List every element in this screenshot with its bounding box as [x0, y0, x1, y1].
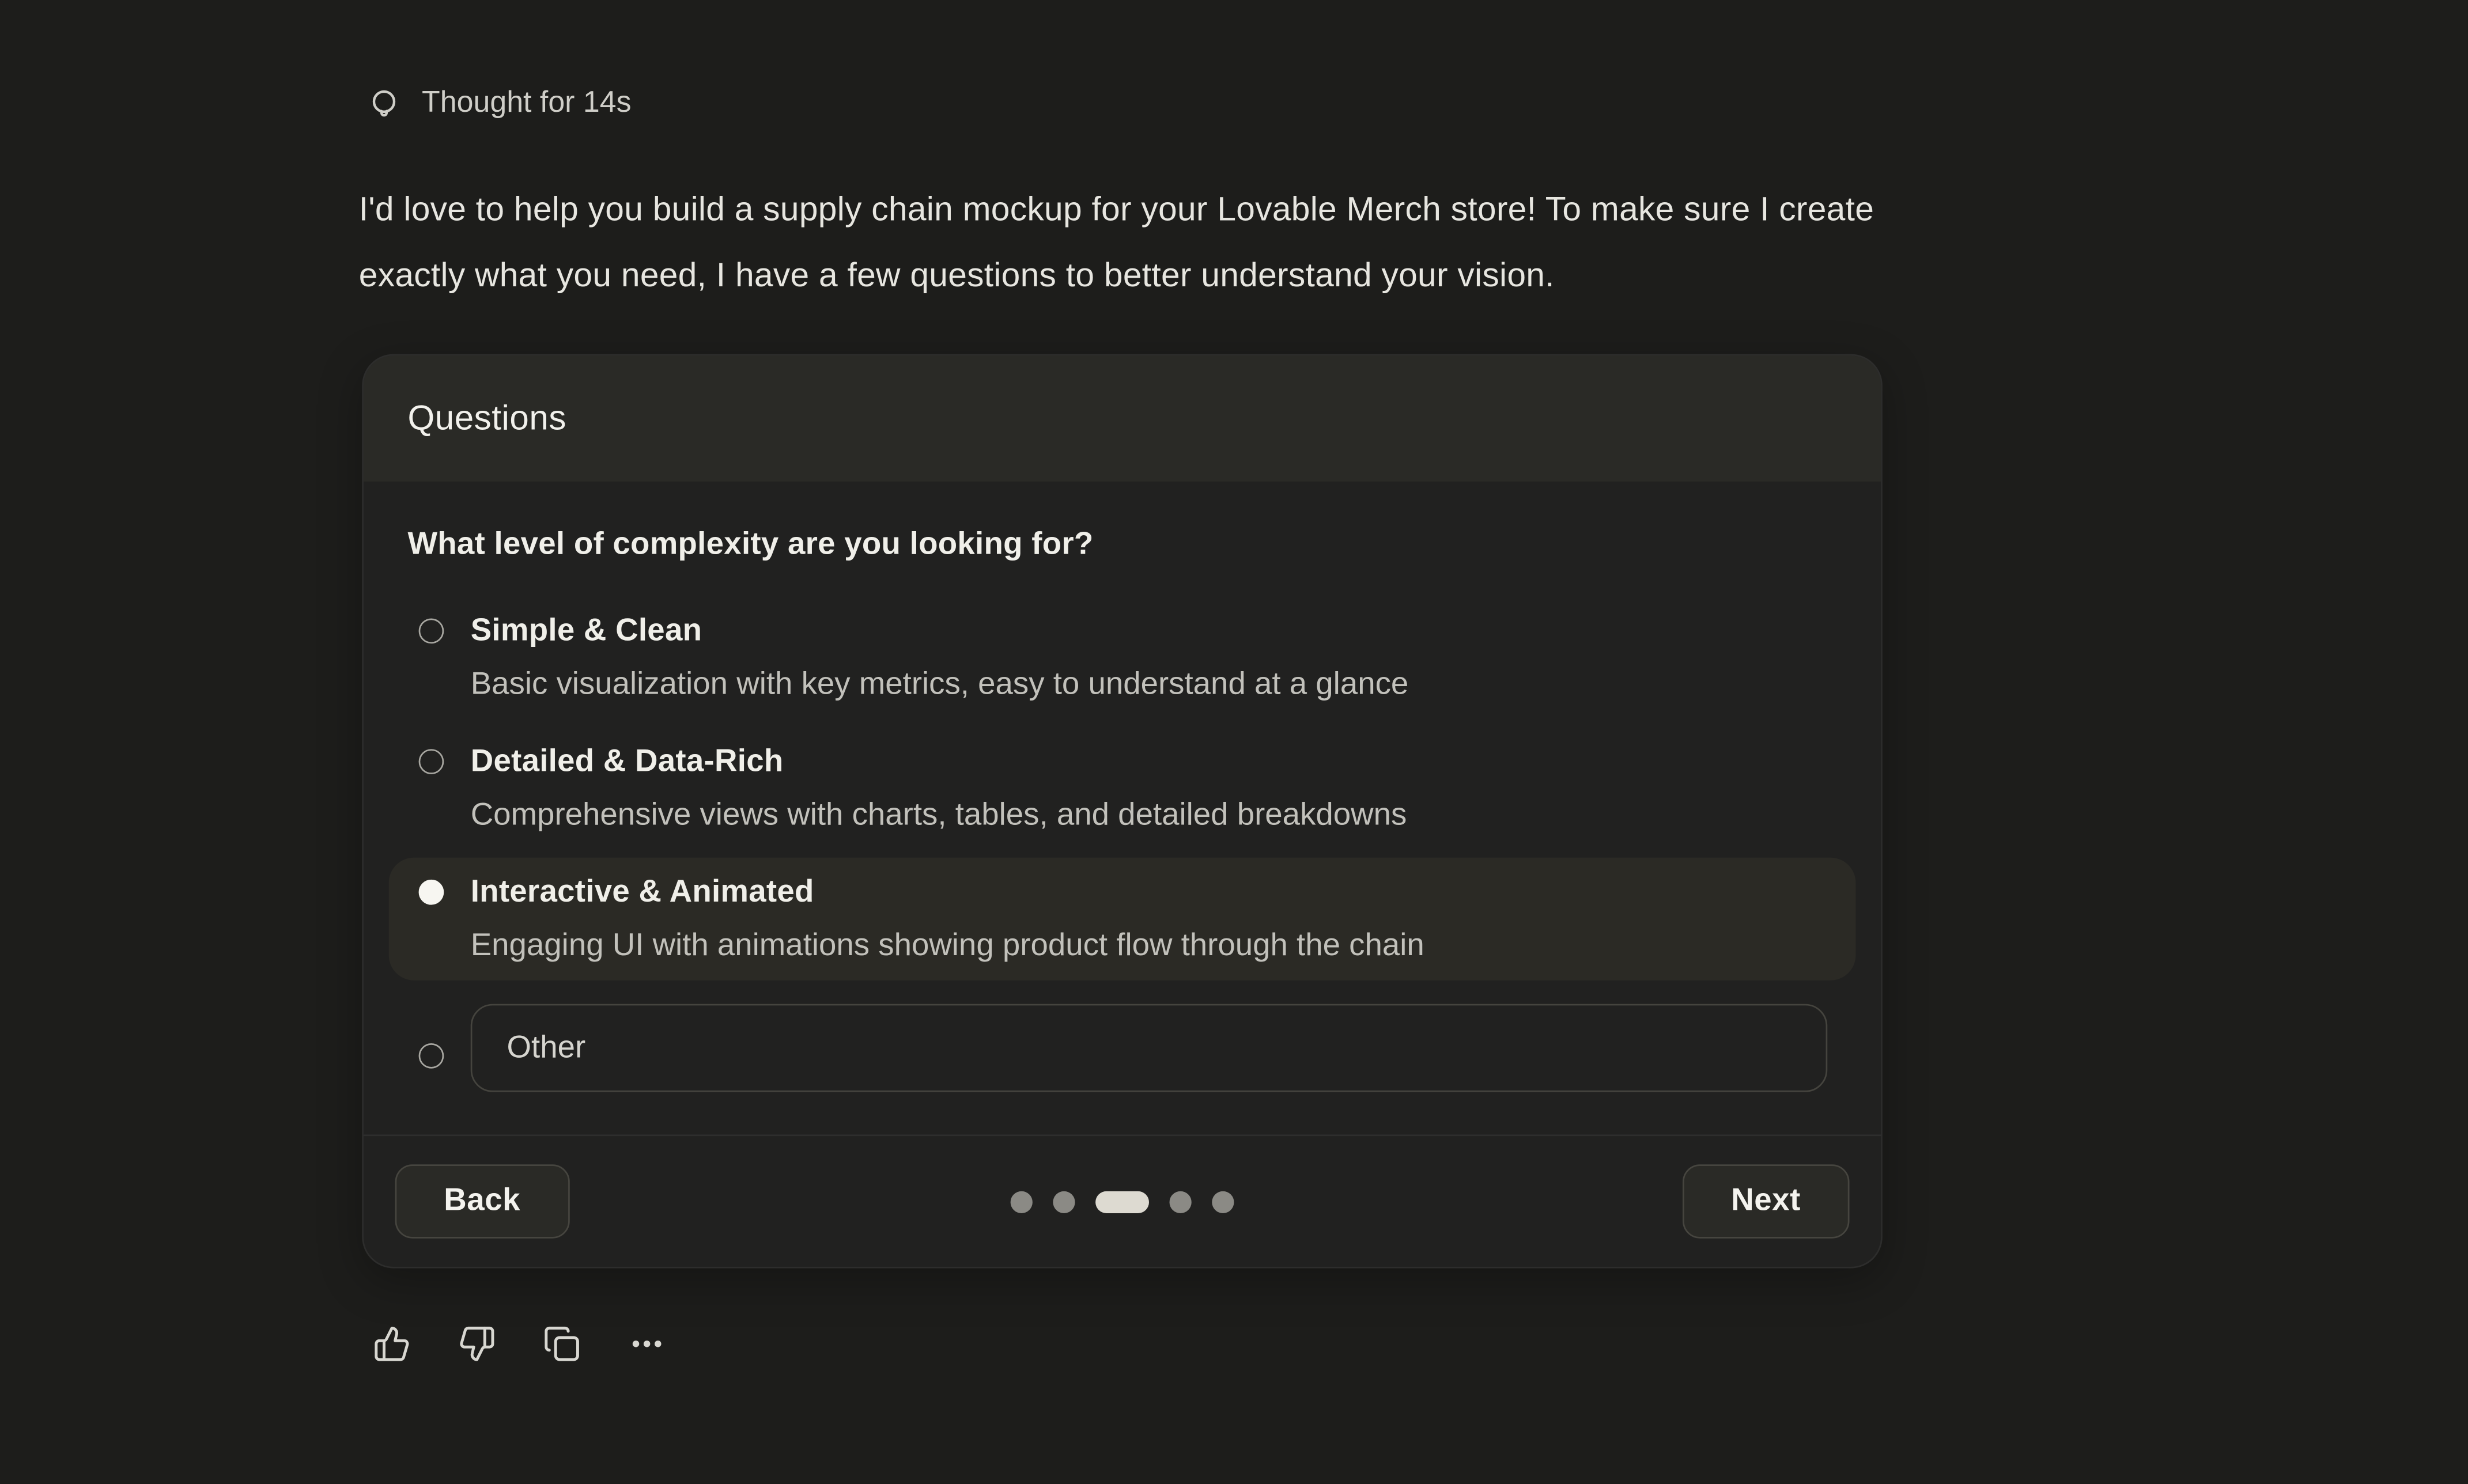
- option-label: Interactive & Animated: [471, 865, 1424, 919]
- pagination-dot: [1011, 1190, 1033, 1212]
- pagination-dots: [1011, 1190, 1234, 1212]
- thumbs-down-icon[interactable]: [458, 1325, 496, 1363]
- copy-icon[interactable]: [543, 1325, 581, 1363]
- other-input[interactable]: [471, 1004, 1828, 1092]
- card-title: Questions: [407, 398, 566, 439]
- option-other[interactable]: [389, 996, 1856, 1100]
- option-label: Detailed & Data-Rich: [471, 735, 1407, 789]
- card-footer: Back Next: [364, 1134, 1881, 1266]
- radio-unchecked-icon[interactable]: [419, 1043, 444, 1068]
- thought-toggle[interactable]: Thought for 14s: [366, 86, 631, 121]
- chat-canvas: Thought for 14s I'd love to help you bui…: [0, 0, 2468, 1484]
- option-description: Basic visualization with key metrics, ea…: [471, 658, 1409, 711]
- radio-unchecked-icon[interactable]: [419, 749, 444, 774]
- question-text: What level of complexity are you looking…: [407, 525, 1836, 563]
- option-description: Engaging UI with animations showing prod…: [471, 919, 1424, 972]
- option-description: Comprehensive views with charts, tables,…: [471, 788, 1407, 842]
- message-line: I'd love to help you build a supply chai…: [359, 176, 2232, 243]
- option-interactive-animated[interactable]: Interactive & Animated Engaging UI with …: [389, 858, 1856, 980]
- message-line: exactly what you need, I have a few ques…: [359, 243, 2232, 309]
- pagination-dot-active: [1095, 1190, 1149, 1212]
- radio-unchecked-icon[interactable]: [419, 618, 444, 643]
- card-header: Questions: [364, 355, 1881, 482]
- message-actions: [373, 1325, 666, 1363]
- radio-checked-icon[interactable]: [419, 880, 444, 905]
- option-detailed-data-rich[interactable]: Detailed & Data-Rich Comprehensive views…: [389, 727, 1856, 850]
- thought-label: Thought for 14s: [422, 86, 632, 121]
- pagination-dot: [1053, 1190, 1075, 1212]
- questions-card: Questions What level of complexity are y…: [362, 354, 1883, 1269]
- back-button[interactable]: Back: [395, 1164, 569, 1238]
- pagination-dot: [1170, 1190, 1192, 1212]
- thumbs-up-icon[interactable]: [373, 1325, 411, 1363]
- ellipsis-icon[interactable]: [628, 1325, 666, 1363]
- lightbulb-icon: [366, 86, 401, 121]
- option-simple-clean[interactable]: Simple & Clean Basic visualization with …: [389, 596, 1856, 719]
- assistant-message: I'd love to help you build a supply chai…: [359, 176, 2232, 308]
- next-button[interactable]: Next: [1683, 1164, 1850, 1238]
- pagination-dot: [1212, 1190, 1234, 1212]
- card-body: What level of complexity are you looking…: [364, 482, 1881, 1100]
- option-label: Simple & Clean: [471, 604, 1409, 658]
